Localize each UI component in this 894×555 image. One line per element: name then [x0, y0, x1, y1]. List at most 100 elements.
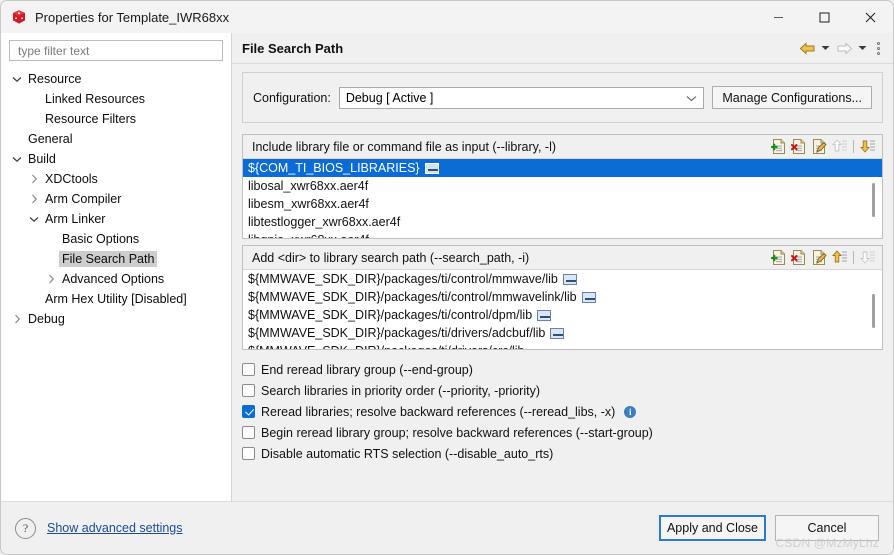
- sidebar-item-arm-linker[interactable]: Arm Linker: [1, 209, 231, 229]
- list-sections: Include library file or command file as …: [242, 134, 883, 350]
- sidebar-item-debug[interactable]: Debug: [1, 309, 231, 329]
- chevron-right-icon[interactable]: [26, 171, 42, 187]
- sidebar-item-xdctools[interactable]: XDCtools: [1, 169, 231, 189]
- chevron-right-icon[interactable]: [26, 191, 42, 207]
- checkbox-label: Begin reread library group; resolve back…: [261, 425, 653, 440]
- list-item-label: libtestlogger_xwr68xx.aer4f: [248, 215, 401, 229]
- add-item-icon[interactable]: [771, 249, 788, 266]
- list-item[interactable]: ${MMWAVE_SDK_DIR}/packages/ti/control/dp…: [243, 306, 882, 324]
- checkbox-label: End reread library group (--end-group): [261, 362, 473, 377]
- list-item-label: libosal_xwr68xx.aer4f: [248, 179, 369, 193]
- list-item[interactable]: ${MMWAVE_SDK_DIR}/packages/ti/control/mm…: [243, 288, 882, 306]
- list-item-label: libesm_xwr68xx.aer4f: [248, 197, 369, 211]
- list-item[interactable]: ${MMWAVE_SDK_DIR}/packages/ti/drivers/ad…: [243, 324, 882, 342]
- checkbox-1[interactable]: [242, 384, 255, 397]
- maximize-button[interactable]: [801, 1, 847, 33]
- sidebar-item-label: Resource: [28, 72, 82, 86]
- checkbox-3[interactable]: [242, 426, 255, 439]
- ccs-project-cube-icon: [11, 9, 27, 25]
- listbox-scrollbar[interactable]: [868, 270, 879, 349]
- chevron-down-icon[interactable]: [9, 151, 25, 167]
- chevron-right-icon[interactable]: [9, 311, 25, 327]
- checkbox-row[interactable]: End reread library group (--end-group): [242, 359, 883, 380]
- listbox-header: Add <dir> to library search path (--sear…: [243, 246, 882, 270]
- view-menu-icon[interactable]: [871, 38, 885, 58]
- minimize-button[interactable]: [755, 1, 801, 33]
- sidebar-item-resource-filters[interactable]: Resource Filters: [1, 109, 231, 129]
- page-nav-toolbar: [797, 38, 893, 58]
- list-item[interactable]: ${COM_TI_BIOS_LIBRARIES}: [243, 159, 882, 177]
- listbox-scrollbar[interactable]: [868, 159, 879, 238]
- configuration-label: Configuration:: [253, 90, 331, 105]
- add-item-icon[interactable]: [771, 138, 788, 155]
- back-dropdown-caret-icon[interactable]: [819, 38, 832, 58]
- search-path-listbox: Add <dir> to library search path (--sear…: [242, 245, 883, 350]
- checkbox-row[interactable]: Disable automatic RTS selection (--disab…: [242, 443, 883, 464]
- list-item[interactable]: libesm_xwr68xx.aer4f: [243, 195, 882, 213]
- show-advanced-settings-link[interactable]: Show advanced settings: [47, 521, 183, 535]
- close-button[interactable]: [847, 1, 893, 33]
- sidebar-item-resource[interactable]: Resource: [1, 69, 231, 89]
- apply-and-close-button[interactable]: Apply and Close: [658, 515, 766, 541]
- sidebar-item-general[interactable]: General: [1, 129, 231, 149]
- configuration-value: Debug [ Active ]: [345, 90, 434, 105]
- settings-tree: Resource Linked Resources Resource Filters…: [1, 67, 231, 329]
- list-item[interactable]: ${MMWAVE_SDK_DIR}/packages/ti/drivers/cr…: [243, 342, 882, 349]
- sidebar-item-linked-resources[interactable]: Linked Resources: [1, 89, 231, 109]
- forward-dropdown-caret-icon[interactable]: [856, 38, 869, 58]
- sidebar-item-arm-hex-utility-disabled[interactable]: Arm Hex Utility [Disabled]: [1, 289, 231, 309]
- move-down-icon[interactable]: [859, 138, 876, 155]
- list-item-label: ${MMWAVE_SDK_DIR}/packages/ti/control/dp…: [248, 308, 533, 322]
- filter-input[interactable]: [16, 42, 216, 59]
- cancel-button[interactable]: Cancel: [775, 515, 879, 541]
- sidebar-item-build[interactable]: Build: [1, 149, 231, 169]
- configuration-combo[interactable]: Debug [ Active ]: [338, 86, 705, 109]
- title-bar: Properties for Template_IWR68xx: [1, 1, 893, 34]
- chevron-down-icon[interactable]: [26, 211, 42, 227]
- checkbox-row[interactable]: Search libraries in priority order (--pr…: [242, 380, 883, 401]
- move-up-icon[interactable]: [831, 249, 848, 266]
- chevron-right-icon[interactable]: [43, 271, 59, 287]
- edit-item-icon[interactable]: [811, 249, 828, 266]
- checkbox-row[interactable]: Begin reread library group; resolve back…: [242, 422, 883, 443]
- list-item[interactable]: libosal_xwr68xx.aer4f: [243, 177, 882, 195]
- delete-item-icon[interactable]: [791, 138, 808, 155]
- list-item[interactable]: libtestlogger_xwr68xx.aer4f: [243, 213, 882, 231]
- chevron-down-icon[interactable]: [9, 71, 25, 87]
- checkbox-0[interactable]: [242, 363, 255, 376]
- question-mark-icon[interactable]: ?: [15, 517, 36, 539]
- sidebar-item-label: Arm Compiler: [45, 192, 122, 206]
- sidebar-item-label: File Search Path: [59, 251, 158, 267]
- toolbar-separator: [853, 251, 854, 264]
- variable-badge-icon: [562, 273, 577, 285]
- sidebar-item-label: Debug: [28, 312, 65, 326]
- checkbox-label: Disable automatic RTS selection (--disab…: [261, 446, 554, 461]
- checkbox-row[interactable]: Reread libraries; resolve backward refer…: [242, 401, 883, 422]
- delete-item-icon[interactable]: [791, 249, 808, 266]
- list-item[interactable]: ${MMWAVE_SDK_DIR}/packages/ti/control/mm…: [243, 270, 882, 288]
- checkbox-2[interactable]: [242, 405, 255, 418]
- edit-item-icon[interactable]: [811, 138, 828, 155]
- forward-arrow-icon[interactable]: [834, 38, 854, 58]
- sidebar-item-arm-compiler[interactable]: Arm Compiler: [1, 189, 231, 209]
- sidebar-item-basic-options[interactable]: Basic Options: [1, 229, 231, 249]
- list-item-label: ${MMWAVE_SDK_DIR}/packages/ti/control/mm…: [248, 290, 577, 304]
- listbox-header-label: Include library file or command file as …: [252, 139, 557, 154]
- sidebar-item-advanced-options[interactable]: Advanced Options: [1, 269, 231, 289]
- list-item[interactable]: libgpio_xwr68xx.aer4f: [243, 231, 882, 238]
- checkbox-4[interactable]: [242, 447, 255, 460]
- filter-box[interactable]: [9, 40, 223, 61]
- back-arrow-icon[interactable]: [797, 38, 817, 58]
- linker-options-checklist: End reread library group (--end-group) Se…: [242, 356, 883, 464]
- sidebar-item-label: XDCtools: [45, 172, 98, 186]
- page-content: Configuration: Debug [ Active ] Manage C…: [232, 64, 893, 464]
- dialog-body: Resource Linked Resources Resource Filters…: [1, 33, 893, 501]
- listbox-toolbar: [771, 249, 882, 266]
- manage-configurations-button[interactable]: Manage Configurations...: [712, 86, 872, 109]
- sidebar-item-file-search-path[interactable]: File Search Path: [1, 249, 231, 269]
- info-icon[interactable]: i: [624, 405, 637, 418]
- checkbox-label: Search libraries in priority order (--pr…: [261, 383, 540, 398]
